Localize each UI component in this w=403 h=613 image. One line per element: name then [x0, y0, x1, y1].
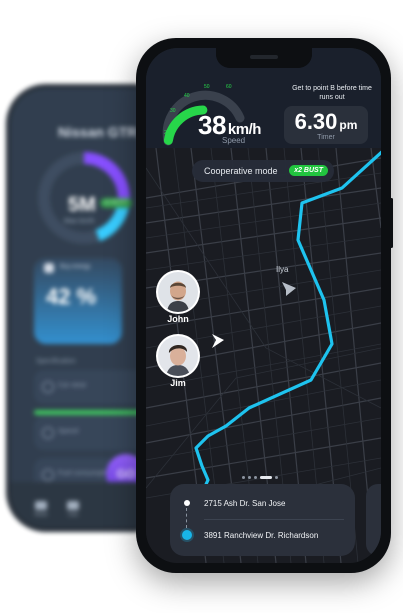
timer-unit: pm [339, 118, 358, 132]
car-title: Nissan GTR [58, 124, 138, 140]
mode-label: Cooperative mode [204, 166, 278, 176]
player-jim-avatar[interactable] [158, 336, 198, 376]
tick-label: 60 [226, 84, 232, 90]
phone-frame: 20 30 40 50 60 38 km/h Speed Get to point… [136, 38, 393, 573]
gauge-value: 5M [68, 194, 96, 216]
nav-cars[interactable]: Cars [62, 501, 84, 518]
route-to: 3891 Ranchview Dr. Richardson [204, 531, 319, 540]
home-icon [35, 501, 47, 510]
tick-label: 30 [170, 108, 176, 114]
player-ilya-name: Ilya [276, 265, 289, 274]
boost-badge: x2 BUST [289, 165, 328, 176]
destination-point-icon [182, 530, 192, 540]
wear-icon [42, 381, 54, 393]
energy-card-label: Buy energy [60, 264, 91, 270]
fuel-icon [42, 469, 54, 481]
next-route-card[interactable] [366, 484, 381, 556]
spec-row-label: Fuel consumption [58, 470, 114, 477]
speed-icon [42, 427, 54, 439]
tick-label: 50 [204, 84, 210, 90]
player-john-name: John [167, 314, 189, 324]
spec-row-label: Speed [58, 428, 79, 435]
tick-label: 20 [164, 130, 170, 136]
start-point-icon [184, 500, 190, 506]
timer-readout: 6.30 pm [284, 109, 368, 135]
timer-box: 6.30 pm Timer [284, 106, 368, 144]
player-john-avatar[interactable] [158, 272, 198, 312]
timer-label: Timer [317, 134, 335, 141]
john-photo [158, 272, 198, 312]
route-divider [204, 519, 344, 520]
route-card[interactable]: 2715 Ash Dr. San Jose 3891 Ranchview Dr.… [170, 484, 355, 556]
car-icon [67, 501, 79, 510]
tick-label: 40 [184, 93, 190, 99]
gauge-badge: x2 BUST [100, 198, 133, 208]
phone-notch [215, 48, 312, 68]
energy-card-value: 42 % [46, 284, 97, 309]
page-dot[interactable] [248, 476, 251, 480]
player-jim-name: Jim [170, 378, 186, 388]
timer-hint: Get to point B before time runs out [292, 85, 372, 101]
section-title: Specification [36, 358, 76, 365]
route-from: 2715 Ash Dr. San Jose [204, 499, 286, 508]
energy-icon [44, 263, 54, 273]
cooperative-mode-toggle[interactable]: Cooperative mode x2 BUST [192, 160, 334, 182]
page-dot[interactable] [242, 476, 245, 480]
route-connector [186, 508, 187, 528]
speed-label: Speed [222, 136, 246, 145]
page-dot[interactable] [275, 476, 278, 480]
jim-photo [158, 336, 198, 376]
page-dot-active[interactable] [260, 476, 272, 480]
gauge-unit: Max km/h [64, 218, 95, 225]
nav-home[interactable]: Home [30, 501, 52, 518]
timer-value: 6.30 [294, 109, 338, 134]
phone-screen: 20 30 40 50 60 38 km/h Speed Get to point… [146, 48, 381, 563]
side-button [390, 198, 393, 248]
page-dot[interactable] [254, 476, 257, 480]
spec-row-label: Car wear [58, 382, 87, 389]
